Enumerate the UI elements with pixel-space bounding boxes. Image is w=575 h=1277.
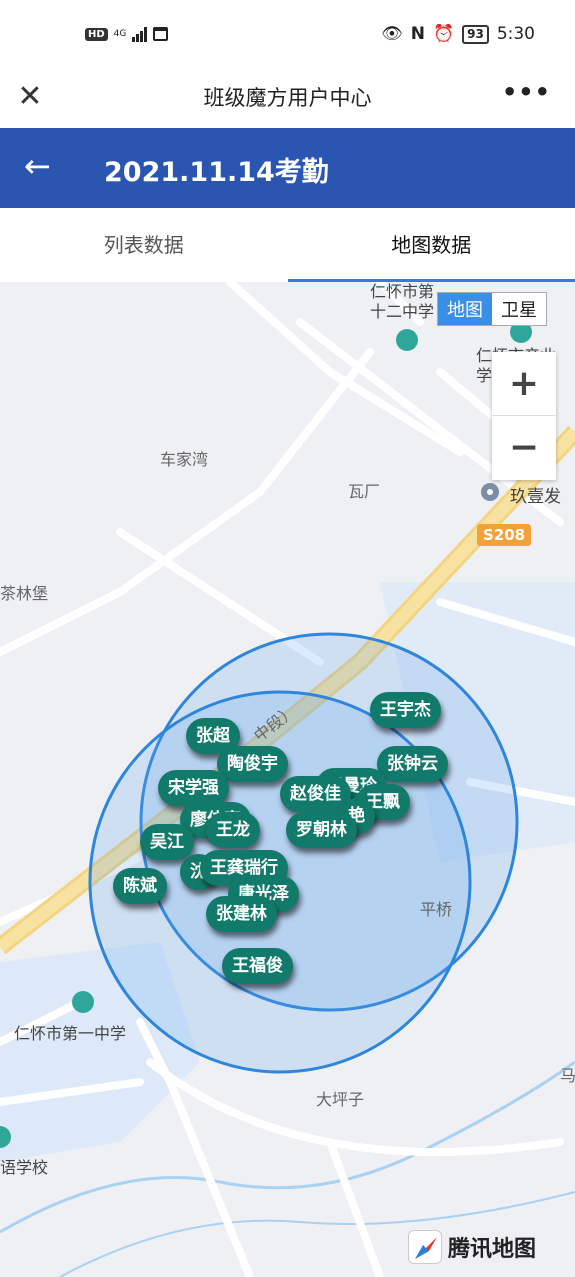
nfc-icon: N [410, 24, 425, 44]
status-right: 👁 N ⏰ 93 5:30 [381, 24, 535, 44]
zoom-in-button[interactable]: + [492, 352, 556, 416]
place-label: 车家湾 [160, 450, 209, 469]
map-marker[interactable]: 宋学强 [158, 770, 229, 806]
map-marker[interactable]: 吴江 [140, 824, 194, 860]
road-badge: S208 [477, 524, 532, 546]
place-label: 仁怀市第 十二中学 [370, 282, 435, 321]
more-menu-icon[interactable]: ••• [502, 78, 551, 106]
arrow-left-icon[interactable]: ← [24, 146, 51, 186]
map-marker[interactable]: 张钟云 [377, 746, 448, 782]
place-label: 仁怀市第一中学 [14, 1024, 127, 1043]
tab-bar: 列表数据 地图数据 [0, 208, 575, 282]
map-marker[interactable]: 王宇杰 [370, 692, 441, 728]
place-label: 茶林堡 [0, 584, 49, 603]
place-label: 大坪子 [316, 1090, 365, 1109]
tab-list-data[interactable]: 列表数据 [0, 208, 288, 282]
place-label: 马 [560, 1066, 575, 1085]
app-title: 班级魔方用户中心 [203, 86, 372, 110]
battery-icon: 93 [462, 24, 489, 44]
zoom-control: + − [492, 352, 556, 480]
hd-badge: HD [85, 27, 108, 41]
map-marker[interactable]: 王龙 [206, 812, 260, 848]
page-title: 2021.11.14考勤 [104, 157, 329, 188]
tab-map-data[interactable]: 地图数据 [287, 208, 575, 282]
signal-icon [132, 26, 148, 42]
zoom-out-button[interactable]: − [492, 416, 556, 480]
map-logo-text: 腾讯地图 [448, 1237, 537, 1262]
status-bar: HD 4G 👁 N ⏰ 93 5:30 [0, 0, 575, 72]
app-titlebar: ✕ 班级魔方用户中心 ••• [0, 72, 575, 128]
map-logo: 腾讯地图 [408, 1230, 536, 1264]
place-label: 平桥 [420, 900, 453, 919]
compass-icon [408, 1230, 442, 1264]
clock: 5:30 [496, 24, 535, 44]
eye-icon: 👁 [381, 24, 403, 44]
page-header: ← 2021.11.14考勤 [0, 128, 575, 208]
calendar-icon [153, 27, 169, 41]
map-marker[interactable]: 陈斌 [113, 868, 167, 904]
map-marker[interactable]: 罗朝林 [286, 812, 357, 848]
network-type: 4G [113, 29, 127, 39]
place-label: 语学校 [0, 1158, 49, 1177]
map-marker[interactable]: 王福俊 [222, 948, 293, 984]
place-label: 瓦厂 [348, 482, 381, 501]
status-left: HD 4G [85, 26, 169, 42]
place-label: 玖壹发 [510, 487, 561, 507]
map-type-satellite-button[interactable]: 卫星 [492, 293, 546, 325]
map-marker[interactable]: 陶俊宇 [217, 746, 288, 782]
map-marker[interactable]: 张建林 [206, 896, 277, 932]
alarm-icon: ⏰ [432, 24, 455, 44]
map-type-switch: 地图 卫星 [437, 292, 547, 326]
map-type-map-button[interactable]: 地图 [438, 293, 492, 325]
map-view[interactable]: 仁怀市第 十二中学 仁怀市产业 学校 车家湾 瓦厂 玖壹发 茶林堡 中段） 平桥… [0, 282, 575, 1277]
